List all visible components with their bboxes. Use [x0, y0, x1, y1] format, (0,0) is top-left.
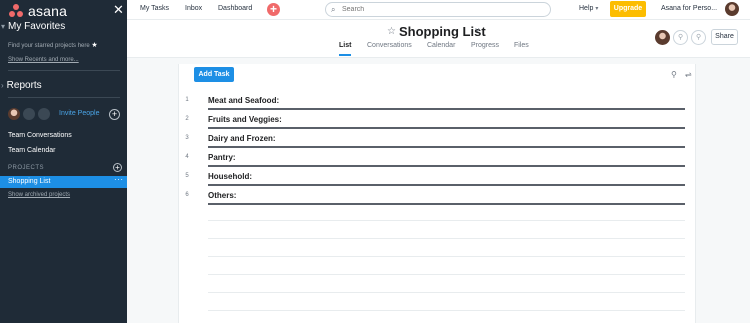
upgrade-button[interactable]: Upgrade: [610, 1, 646, 17]
sidebar-divider: [8, 97, 120, 98]
nav-inbox[interactable]: Inbox: [185, 5, 202, 12]
user-avatar[interactable]: [725, 2, 739, 16]
sidebar-item-team-conversations[interactable]: Team Conversations: [8, 132, 72, 139]
section-row[interactable]: 3 Dairy and Frozen:: [179, 130, 697, 149]
section-row[interactable]: 1 Meat and Seafood:: [179, 92, 697, 111]
section-name[interactable]: Meat and Seafood:: [208, 96, 279, 105]
add-member-placeholder[interactable]: ⚲: [673, 30, 688, 45]
asana-logo-icon: [8, 4, 24, 18]
project-label: Shopping List: [8, 178, 51, 185]
favorites-heading[interactable]: ▾ My Favorites: [0, 21, 65, 32]
project-member-avatar[interactable]: [655, 30, 670, 45]
person-icon: ⚲: [678, 34, 684, 41]
section-row[interactable]: 5 Household:: [179, 168, 697, 187]
section-underline: [208, 146, 685, 148]
invite-people-link[interactable]: Invite People: [59, 110, 99, 117]
section-underline: [208, 203, 685, 205]
tab-calendar[interactable]: Calendar: [427, 42, 455, 49]
task-list-pane: Add Task ⚲ ⇌ 1 Meat and Seafood: 2 Fruit…: [178, 64, 696, 323]
empty-row-line: [208, 238, 685, 239]
sidebar: asana ✕ ▾ My Favorites Find your starred…: [0, 0, 127, 323]
chevron-down-icon: ▾: [1, 22, 6, 31]
star-icon[interactable]: ☆: [387, 26, 396, 37]
project-title[interactable]: Shopping List: [399, 24, 486, 39]
reports-heading[interactable]: › Reports: [0, 80, 42, 91]
chevron-down-icon: ▾: [595, 6, 599, 12]
row-number: 3: [185, 135, 189, 141]
section-underline: [208, 108, 685, 110]
nav-dashboard[interactable]: Dashboard: [218, 5, 252, 12]
add-member-placeholder[interactable]: ⚲: [691, 30, 706, 45]
section-row[interactable]: 6 Others:: [179, 187, 697, 206]
star-icon: ★: [91, 42, 98, 49]
sidebar-item-team-calendar[interactable]: Team Calendar: [8, 147, 55, 154]
quick-add-button[interactable]: +: [267, 3, 280, 16]
add-project-icon[interactable]: +: [113, 163, 122, 172]
row-number: 5: [185, 173, 189, 179]
tab-conversations[interactable]: Conversations: [367, 42, 412, 49]
logo-text: asana: [28, 3, 68, 19]
avatar-placeholder[interactable]: [38, 108, 50, 120]
asana-logo[interactable]: asana: [8, 3, 67, 19]
share-button[interactable]: Share: [711, 29, 738, 45]
assignee-filter-icon[interactable]: ⚲: [671, 70, 677, 79]
tab-files[interactable]: Files: [514, 42, 529, 49]
avatar-placeholder[interactable]: [23, 108, 35, 120]
row-number: 1: [185, 97, 189, 103]
avatar[interactable]: [8, 108, 20, 120]
close-icon[interactable]: ✕: [113, 2, 124, 18]
projects-label: PROJECTS: [8, 165, 45, 171]
empty-row-line: [208, 274, 685, 275]
chevron-right-icon: ›: [1, 81, 4, 90]
section-name[interactable]: Others:: [208, 191, 236, 200]
section-underline: [208, 127, 685, 129]
section-underline: [208, 184, 685, 186]
row-number: 2: [185, 116, 189, 122]
sidebar-item-shopping-list[interactable]: Shopping List ···: [0, 175, 127, 188]
search-bar[interactable]: ⌕: [325, 2, 551, 17]
show-archived-link[interactable]: Show archived projects: [8, 192, 70, 198]
section-name[interactable]: Fruits and Veggies:: [208, 115, 282, 124]
empty-row-line: [208, 310, 685, 311]
sidebar-divider: [8, 70, 120, 71]
tab-list[interactable]: List: [339, 42, 351, 49]
chevron-down-icon[interactable]: ˅: [475, 26, 480, 35]
nav-my-tasks[interactable]: My Tasks: [140, 5, 169, 12]
help-menu[interactable]: Help ▾: [579, 5, 598, 12]
section-row[interactable]: 2 Fruits and Veggies:: [179, 111, 697, 130]
more-icon[interactable]: ···: [114, 175, 124, 184]
person-icon: ⚲: [696, 34, 702, 41]
section-name[interactable]: Dairy and Frozen:: [208, 134, 276, 143]
search-input[interactable]: [342, 4, 542, 15]
section-name[interactable]: Pantry:: [208, 153, 236, 162]
section-name[interactable]: Household:: [208, 172, 252, 181]
search-icon: ⌕: [331, 5, 336, 14]
empty-row-line: [208, 220, 685, 221]
tab-progress[interactable]: Progress: [471, 42, 499, 49]
section-underline: [208, 165, 685, 167]
section-row[interactable]: 4 Pantry:: [179, 149, 697, 168]
organization-switcher[interactable]: Asana for Perso...: [661, 5, 717, 12]
row-number: 6: [185, 192, 189, 198]
team-avatars: [8, 108, 50, 120]
favorites-hint: Find your starred projects here ★: [8, 42, 98, 49]
top-bar: My Tasks Inbox Dashboard + ⌕ Help ▾ Upgr…: [127, 0, 750, 20]
active-tab-indicator: [339, 54, 351, 56]
empty-row-line: [208, 292, 685, 293]
empty-row-line: [208, 256, 685, 257]
row-number: 4: [185, 154, 189, 160]
settings-sliders-icon[interactable]: ⇌: [685, 70, 692, 79]
add-member-icon[interactable]: +: [109, 109, 120, 120]
show-recents-link[interactable]: Show Recents and more...: [8, 57, 79, 63]
project-header: ☆ Shopping List ˅ List Conversations Cal…: [127, 20, 750, 58]
add-task-button[interactable]: Add Task: [194, 67, 234, 82]
